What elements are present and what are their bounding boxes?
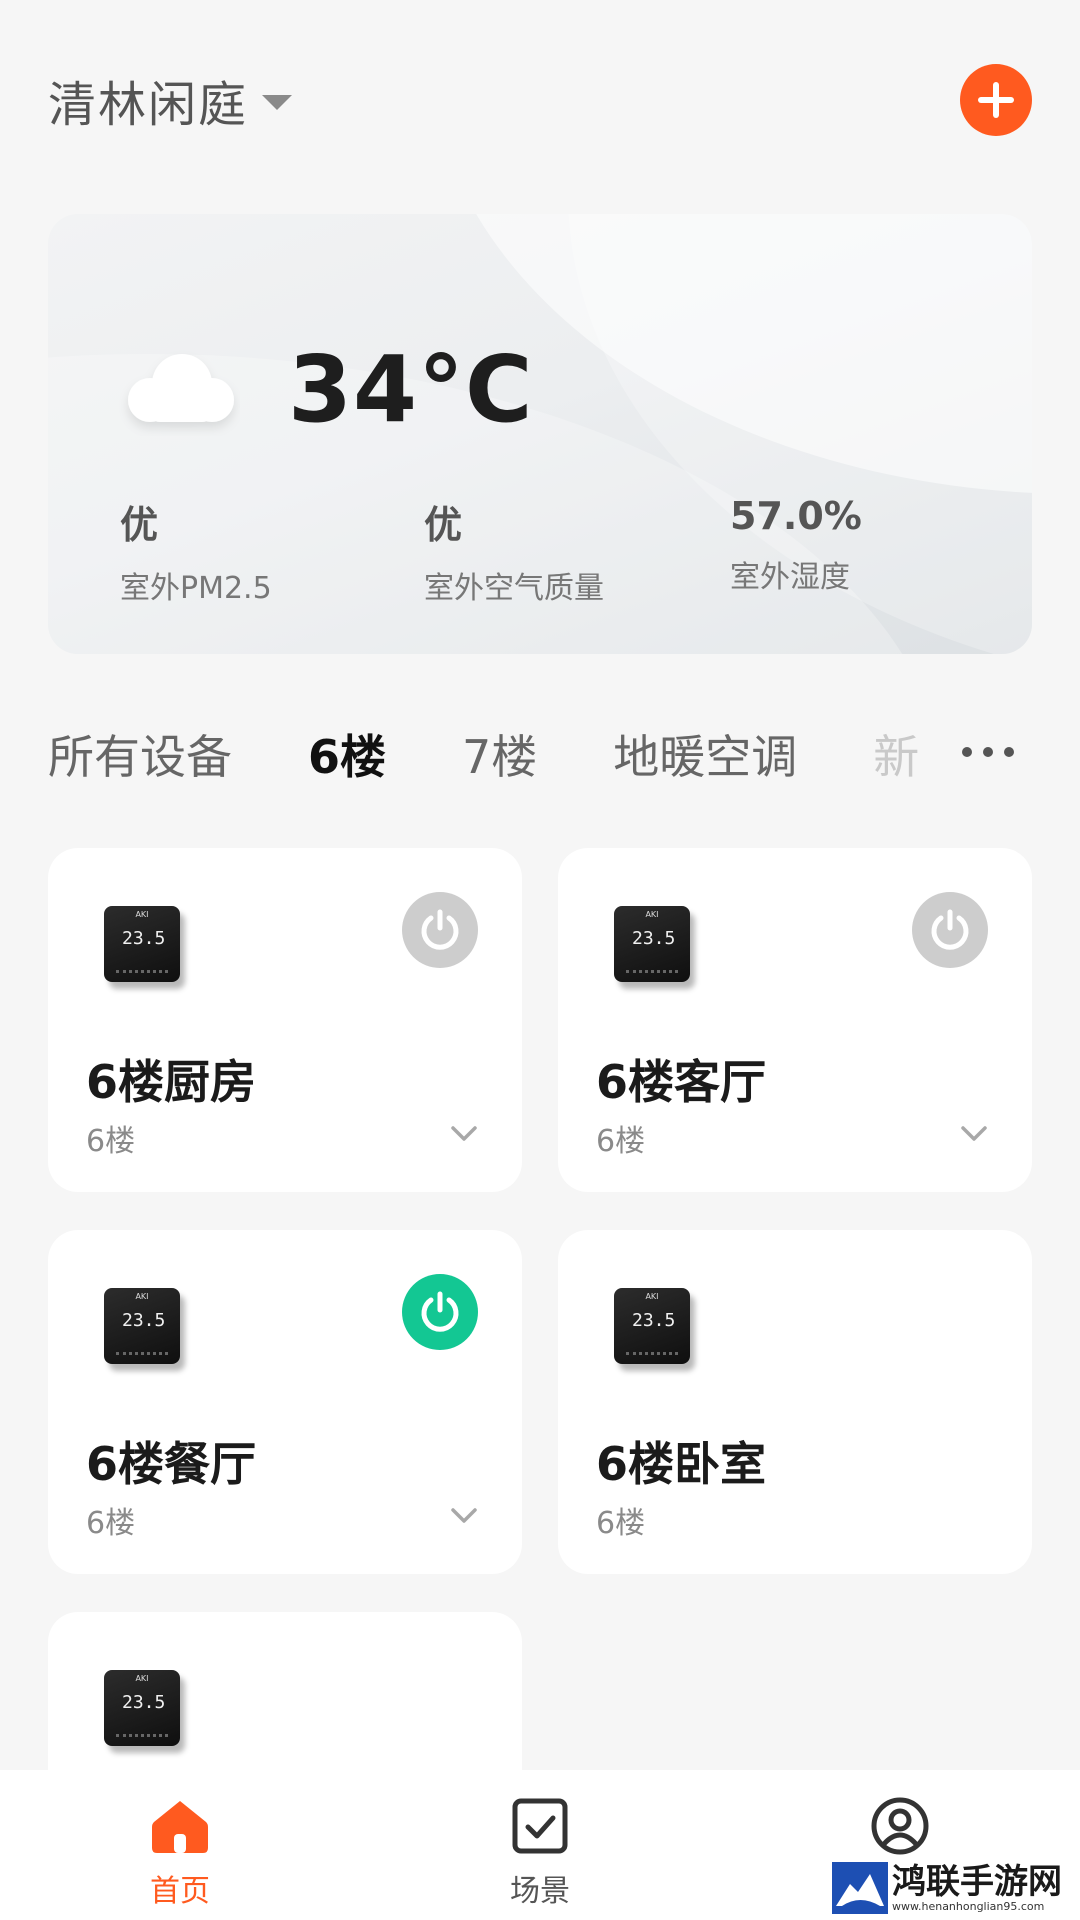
watermark-url: www.henanhonglian95.com [892, 1899, 1045, 1913]
more-tabs-button[interactable] [958, 740, 1014, 764]
thermostat-brand: AKI [135, 1674, 149, 1683]
device-card[interactable]: AKI 23.5 6楼厨房 6楼 [48, 848, 522, 1192]
profile-icon [871, 1797, 929, 1855]
thermostat-brand: AKI [645, 1292, 659, 1301]
nav-scenes[interactable]: 场景 [360, 1770, 720, 1920]
power-button[interactable] [402, 1274, 478, 1350]
thermostat-icon: AKI 23.5 [614, 906, 690, 982]
power-icon [421, 909, 459, 950]
thermostat-buttons [116, 1352, 168, 1355]
stat-value: 优 [424, 503, 463, 547]
thermostat-reading: 23.5 [122, 1692, 166, 1713]
dot-icon [962, 747, 972, 757]
scene-check-icon [512, 1798, 568, 1854]
nav-label: 首页 [150, 1874, 210, 1909]
thermostat-reading: 23.5 [632, 1310, 676, 1331]
chevron-down-icon[interactable] [960, 1124, 988, 1144]
device-floor: 6楼 [86, 1506, 136, 1541]
chevron-down-icon[interactable] [450, 1124, 478, 1144]
thermostat-buttons [116, 970, 168, 973]
dot-icon [983, 747, 993, 757]
nav-home[interactable]: 首页 [0, 1770, 360, 1920]
thermostat-buttons [116, 1734, 168, 1737]
tab-7f[interactable]: 7楼 [462, 722, 537, 786]
chevron-down-icon[interactable] [450, 1506, 478, 1526]
stat-label: 室外空气质量 [424, 571, 604, 606]
thermostat-icon: AKI 23.5 [104, 1288, 180, 1364]
thermostat-icon: AKI 23.5 [614, 1288, 690, 1364]
tab-floor-heating[interactable]: 地暖空调 [613, 722, 797, 786]
watermark-logo-icon [832, 1862, 888, 1914]
power-icon [421, 1291, 459, 1332]
nav-label: 场景 [510, 1874, 570, 1909]
temperature: 34°C [288, 336, 534, 443]
thermostat-reading: 23.5 [632, 928, 676, 949]
device-floor: 6楼 [86, 1124, 136, 1159]
device-name: 6楼卧室 [596, 1437, 767, 1491]
stat-value: 优 [120, 503, 159, 547]
thermostat-buttons [626, 1352, 678, 1355]
watermark: 鸿联手游网 www.henanhonglian95.com [832, 1860, 1074, 1916]
thermostat-icon: AKI 23.5 [104, 906, 180, 982]
device-card[interactable]: AKI 23.5 6楼客厅 6楼 [558, 848, 1032, 1192]
home-icon [152, 1801, 208, 1853]
stat-pm25: 优 室外PM2.5 [120, 494, 272, 607]
watermark-text-block: 鸿联手游网 www.henanhonglian95.com [892, 1864, 1062, 1913]
power-button[interactable] [912, 892, 988, 968]
thermostat-reading: 23.5 [122, 1310, 166, 1331]
tab-all-devices[interactable]: 所有设备 [48, 722, 232, 786]
power-button[interactable] [402, 892, 478, 968]
device-name: 6楼客厅 [596, 1055, 767, 1109]
device-name: 6楼厨房 [86, 1055, 257, 1109]
stat-air-quality: 优 室外空气质量 [424, 494, 604, 607]
tab-6f[interactable]: 6楼 [308, 722, 386, 786]
thermostat-buttons [626, 970, 678, 973]
dot-icon [1004, 747, 1014, 757]
power-icon [931, 909, 969, 950]
stat-value: 57.0% [730, 494, 862, 538]
weather-card: 34°C 优 室外PM2.5 优 室外空气质量 57.0% 室外湿度 [48, 214, 1032, 654]
device-floor: 6楼 [596, 1124, 646, 1159]
cloud-icon [128, 354, 234, 422]
device-card[interactable]: AKI 23.5 6楼卧室 6楼 [558, 1230, 1032, 1574]
header: 清林闲庭 [48, 60, 1032, 140]
thermostat-icon: AKI 23.5 [104, 1670, 180, 1746]
stat-label: 室外湿度 [730, 560, 850, 595]
home-selector[interactable]: 清林闲庭 [48, 65, 293, 135]
tab-new[interactable]: 新 [873, 722, 919, 786]
room-tabs: 所有设备 6楼 7楼 地暖空调 新 [48, 722, 1008, 786]
thermostat-reading: 23.5 [122, 928, 166, 949]
home-name: 清林闲庭 [48, 77, 249, 133]
stat-humidity: 57.0% 室外湿度 [730, 494, 862, 596]
thermostat-brand: AKI [135, 1292, 149, 1301]
caret-down-icon [262, 94, 293, 110]
thermostat-brand: AKI [135, 910, 149, 919]
add-button[interactable] [960, 64, 1032, 136]
device-floor: 6楼 [596, 1506, 646, 1541]
device-name: 6楼餐厅 [86, 1437, 257, 1491]
stat-label: 室外PM2.5 [120, 571, 272, 606]
watermark-title: 鸿联手游网 [892, 1861, 1062, 1902]
thermostat-brand: AKI [645, 910, 659, 919]
device-card[interactable]: AKI 23.5 6楼餐厅 6楼 [48, 1230, 522, 1574]
